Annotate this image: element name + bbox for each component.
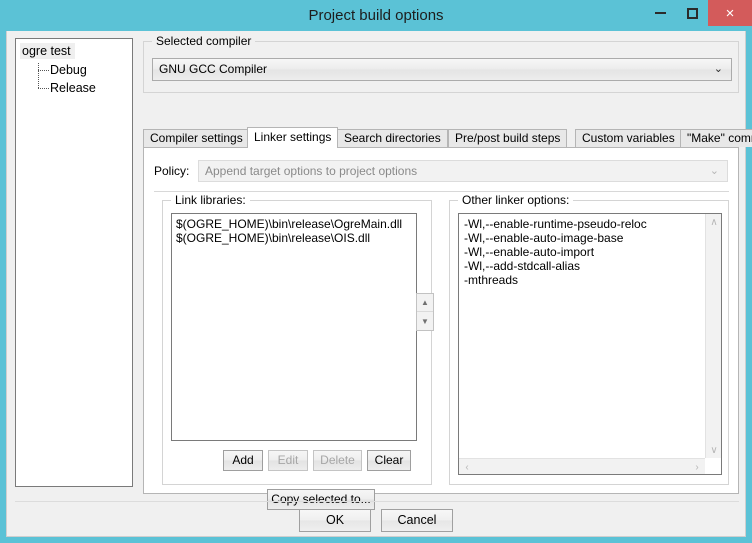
move-up-icon[interactable]: ▲ <box>417 294 433 312</box>
policy-dropdown[interactable]: Append target options to project options… <box>198 160 728 182</box>
close-button[interactable]: × <box>708 0 752 26</box>
text-line: -mthreads <box>464 273 519 287</box>
policy-label: Policy: <box>154 164 190 178</box>
window-title: Project build options <box>308 7 444 24</box>
other-linker-options-label: Other linker options: <box>458 193 574 207</box>
list-item[interactable]: $(OGRE_HOME)\bin\release\OgreMain.dll <box>176 217 412 231</box>
tab-custom-variables[interactable]: Custom variables <box>575 129 682 147</box>
chevron-down-icon: ⌄ <box>713 63 723 75</box>
title-bar[interactable]: Project build options × <box>0 0 752 31</box>
dialog-client-area: ogre test Debug Release Selected compile… <box>6 31 752 537</box>
other-linker-options-group: Other linker options: -Wl,--enable-runti… <box>449 193 729 485</box>
tree-item-debug[interactable]: Debug <box>36 63 87 77</box>
other-linker-options-textarea[interactable]: -Wl,--enable-runtime-pseudo-reloc -Wl,--… <box>458 213 722 475</box>
clear-button[interactable]: Clear <box>367 450 411 471</box>
text-line: -Wl,--enable-auto-import <box>464 245 595 259</box>
tab-search-directories[interactable]: Search directories <box>337 129 448 147</box>
tab-make-commands[interactable]: "Make" commands <box>680 129 752 147</box>
link-libraries-list[interactable]: $(OGRE_HOME)\bin\release\OgreMain.dll $(… <box>171 213 417 441</box>
divider <box>15 501 739 502</box>
compiler-dropdown[interactable]: GNU GCC Compiler ⌄ <box>152 58 732 81</box>
compiler-dropdown-value: GNU GCC Compiler <box>159 62 268 76</box>
text-line: -Wl,--enable-runtime-pseudo-reloc <box>464 217 647 231</box>
text-line: -Wl,--enable-auto-image-base <box>464 231 624 245</box>
policy-dropdown-value: Append target options to project options <box>205 164 418 178</box>
linker-settings-panel: Policy: Append target options to project… <box>143 147 739 510</box>
selected-compiler-label: Selected compiler <box>152 34 256 48</box>
ok-button[interactable]: OK <box>299 509 371 532</box>
cancel-button[interactable]: Cancel <box>381 509 453 532</box>
settings-tabs: Compiler settings Linker settings Search… <box>143 127 752 148</box>
build-target-tree[interactable]: ogre test Debug Release <box>15 38 133 487</box>
list-item[interactable]: $(OGRE_HOME)\bin\release\OIS.dll <box>176 231 412 245</box>
minimize-icon <box>654 12 666 14</box>
scroll-down-icon[interactable]: ∨ <box>706 442 721 458</box>
vertical-scrollbar[interactable]: ∧ ∨ <box>705 214 721 458</box>
selected-compiler-group: Selected compiler GNU GCC Compiler ⌄ <box>143 34 739 93</box>
maximize-icon <box>686 7 698 19</box>
divider <box>154 191 729 192</box>
close-icon: × <box>725 4 735 22</box>
horizontal-scrollbar[interactable]: ‹ › <box>459 458 705 474</box>
maximize-button[interactable] <box>676 0 708 26</box>
edit-button: Edit <box>268 450 308 471</box>
scroll-right-icon[interactable]: › <box>689 459 705 474</box>
minimize-button[interactable] <box>644 0 676 26</box>
text-line: -Wl,--add-stdcall-alias <box>464 259 581 273</box>
other-linker-options-content[interactable]: -Wl,--enable-runtime-pseudo-reloc -Wl,--… <box>459 214 706 290</box>
tab-linker-settings[interactable]: Linker settings <box>247 127 339 148</box>
copy-selected-to-button[interactable]: Copy selected to... <box>267 489 375 510</box>
tab-pre-post-build-steps[interactable]: Pre/post build steps <box>448 129 568 147</box>
delete-button: Delete <box>313 450 362 471</box>
scroll-left-icon[interactable]: ‹ <box>459 459 475 474</box>
move-down-icon[interactable]: ▼ <box>417 312 433 330</box>
link-libraries-label: Link libraries: <box>171 193 250 207</box>
reorder-spinner[interactable]: ▲ ▼ <box>416 293 434 331</box>
tree-item-release[interactable]: Release <box>36 81 96 95</box>
tree-item-project[interactable]: ogre test <box>20 43 75 59</box>
chevron-down-icon: ⌄ <box>709 165 719 177</box>
tab-compiler-settings[interactable]: Compiler settings <box>143 129 250 147</box>
add-button[interactable]: Add <box>223 450 263 471</box>
link-libraries-group: Link libraries: $(OGRE_HOME)\bin\release… <box>162 193 432 510</box>
scroll-up-icon[interactable]: ∧ <box>706 214 721 230</box>
